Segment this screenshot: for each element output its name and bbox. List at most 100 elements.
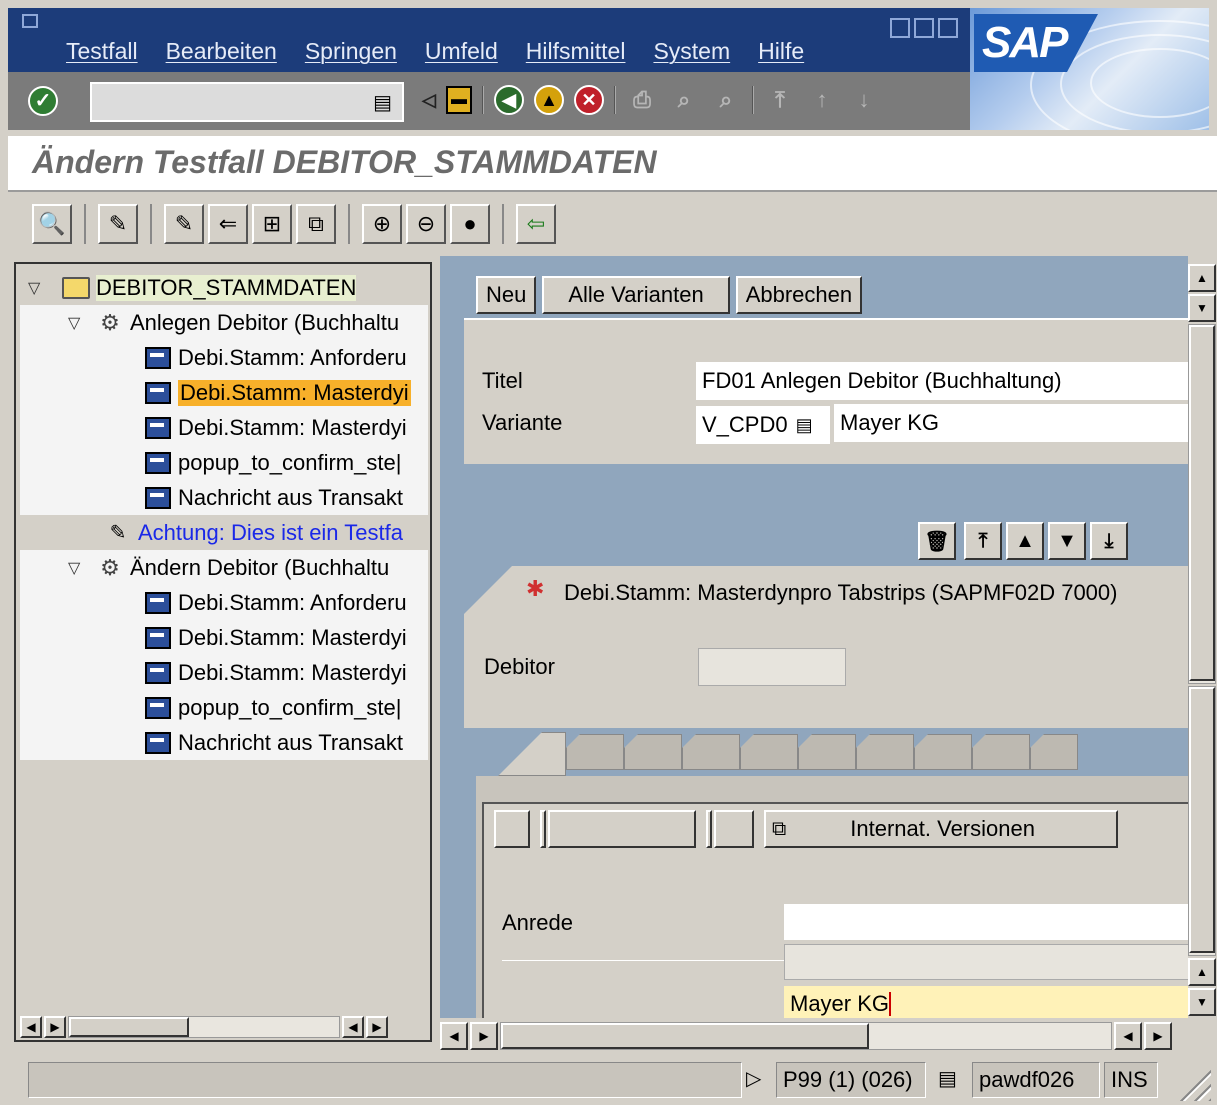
window-menu-icon[interactable] xyxy=(22,14,38,28)
back-icon[interactable]: ◀ xyxy=(494,85,524,115)
copy-icon[interactable]: ⧉ xyxy=(296,204,336,244)
tree-node-root[interactable]: ▽ DEBITOR_STAMMDATEN xyxy=(20,270,428,305)
tab-active[interactable] xyxy=(498,732,566,776)
tab[interactable] xyxy=(1030,734,1078,770)
tree-node-aendern[interactable]: ▽ ⚙ Ändern Debitor (Buchhaltu xyxy=(20,550,428,585)
tab[interactable] xyxy=(798,734,856,770)
internat-versionen-button[interactable]: ⧉ Internat. Versionen xyxy=(764,810,1118,848)
menu-system[interactable]: System xyxy=(639,38,744,65)
status-icon[interactable]: ● xyxy=(450,204,490,244)
detail-horizontal-scrollbar[interactable]: ◀ ▶ ◀ ▶ xyxy=(440,1022,1186,1050)
tab[interactable] xyxy=(566,734,624,770)
maximize-icon[interactable] xyxy=(914,18,934,38)
tree-leaf[interactable]: Debi.Stamm: Anforderu xyxy=(20,585,428,620)
tree-leaf[interactable]: popup_to_confirm_ste| xyxy=(20,445,428,480)
collapse-icon[interactable]: ▽ xyxy=(68,313,86,333)
tree-leaf[interactable]: Debi.Stamm: Anforderu xyxy=(20,340,428,375)
save-icon[interactable]: ▬ xyxy=(446,86,472,114)
scroll-left-icon[interactable]: ◀ xyxy=(1114,1022,1142,1050)
tab-tool-button[interactable] xyxy=(548,810,696,848)
system-info-icon[interactable]: ▤ xyxy=(938,1066,957,1091)
menu-testfall[interactable]: Testfall xyxy=(52,38,152,65)
scroll-thumb[interactable] xyxy=(501,1023,869,1049)
neu-button[interactable]: Neu xyxy=(476,276,537,314)
name-field-2[interactable]: Mayer KG xyxy=(784,986,1188,1018)
enter-icon[interactable]: ✓ xyxy=(28,86,58,116)
scroll-track[interactable] xyxy=(1188,686,1216,956)
tree-leaf[interactable]: popup_to_confirm_ste| xyxy=(20,690,428,725)
tab[interactable] xyxy=(914,734,972,770)
abbrechen-button[interactable]: Abbrechen xyxy=(735,276,863,314)
name-field-1[interactable] xyxy=(784,944,1188,980)
scroll-up-icon[interactable]: ▲ xyxy=(1188,958,1216,986)
tree-leaf[interactable]: Nachricht aus Transakt xyxy=(20,725,428,760)
scroll-right-icon[interactable]: ▶ xyxy=(470,1022,498,1050)
collapse-icon[interactable]: ▽ xyxy=(28,278,46,298)
tree-leaf[interactable]: Debi.Stamm: Masterdyi xyxy=(20,620,428,655)
tab[interactable] xyxy=(740,734,798,770)
tab[interactable] xyxy=(682,734,740,770)
scroll-up-icon[interactable]: ▲ xyxy=(1188,264,1216,292)
command-history-icon[interactable]: ▤ xyxy=(373,90,392,115)
status-insert-mode[interactable]: INS xyxy=(1104,1062,1158,1098)
edit-icon[interactable]: ✎ xyxy=(98,204,138,244)
tree-leaf[interactable]: Debi.Stamm: Masterdyi xyxy=(20,655,428,690)
tab-tool-button[interactable] xyxy=(714,810,754,848)
move-up-icon[interactable]: ▲ xyxy=(1006,522,1044,560)
tree-horizontal-scrollbar[interactable]: ◀ ▶ ◀ ▶ xyxy=(20,1016,428,1038)
tree-leaf-selected[interactable]: Debi.Stamm: Masterdyi xyxy=(20,375,428,410)
display-icon[interactable]: 🔍 xyxy=(32,204,72,244)
status-expand-icon[interactable]: ▷ xyxy=(746,1066,761,1091)
tree-leaf[interactable]: Nachricht aus Transakt xyxy=(20,480,428,515)
exit-icon[interactable]: ▲ xyxy=(534,85,564,115)
menu-umfeld[interactable]: Umfeld xyxy=(411,38,512,65)
close-icon[interactable] xyxy=(938,18,958,38)
tab-tool-button[interactable] xyxy=(494,810,530,848)
variante-field[interactable]: V_CPD0 ▤ xyxy=(696,406,830,444)
structure-icon[interactable]: ⊞ xyxy=(252,204,292,244)
cancel-icon[interactable]: ✕ xyxy=(574,85,604,115)
back-arrow-icon[interactable]: ⇦ xyxy=(516,204,556,244)
scroll-thumb[interactable] xyxy=(69,1017,189,1037)
scroll-left-icon[interactable]: ◀ xyxy=(440,1022,468,1050)
scroll-right-icon[interactable]: ▶ xyxy=(1144,1022,1172,1050)
alle-varianten-button[interactable]: Alle Varianten xyxy=(542,276,730,314)
insert-icon[interactable]: ⊕ xyxy=(362,204,402,244)
tab[interactable] xyxy=(624,734,682,770)
value-help-icon[interactable]: ▤ xyxy=(796,415,813,436)
delete-icon[interactable]: 🗑 xyxy=(918,522,956,560)
scroll-thumb[interactable] xyxy=(1189,325,1215,681)
toolbar-expand-icon[interactable]: ◁ xyxy=(422,84,436,116)
menu-bearbeiten[interactable]: Bearbeiten xyxy=(152,38,291,65)
scroll-thumb[interactable] xyxy=(1189,687,1215,953)
move-top-icon[interactable]: ⤒ xyxy=(964,522,1002,560)
tree-leaf[interactable]: Debi.Stamm: Masterdyi xyxy=(20,410,428,445)
scroll-down-icon[interactable]: ▼ xyxy=(1188,294,1216,322)
tree-node-warning[interactable]: ✎ Achtung: Dies ist ein Testfa xyxy=(20,515,428,550)
minimize-icon[interactable] xyxy=(890,18,910,38)
move-down-icon[interactable]: ▼ xyxy=(1048,522,1086,560)
delete-row-icon[interactable]: ⊖ xyxy=(406,204,446,244)
resize-grip-icon[interactable] xyxy=(1177,1067,1211,1101)
move-bottom-icon[interactable]: ⤓ xyxy=(1090,522,1128,560)
scroll-left-icon[interactable]: ◀ xyxy=(342,1016,364,1038)
scroll-right-icon[interactable]: ▶ xyxy=(44,1016,66,1038)
scroll-left-icon[interactable]: ◀ xyxy=(20,1016,42,1038)
scroll-track[interactable] xyxy=(500,1022,1112,1050)
import-icon[interactable]: ⇐ xyxy=(208,204,248,244)
edit-variant-icon[interactable]: ✎ xyxy=(164,204,204,244)
tree-node-anlegen[interactable]: ▽ ⚙ Anlegen Debitor (Buchhaltu xyxy=(20,305,428,340)
scroll-right-icon[interactable]: ▶ xyxy=(366,1016,388,1038)
tab[interactable] xyxy=(856,734,914,770)
scroll-track[interactable] xyxy=(68,1016,340,1038)
menu-hilfe[interactable]: Hilfe xyxy=(744,38,818,65)
collapse-icon[interactable]: ▽ xyxy=(68,558,86,578)
menu-springen[interactable]: Springen xyxy=(291,38,411,65)
anrede-field[interactable] xyxy=(784,904,1188,940)
scroll-down-icon[interactable]: ▼ xyxy=(1188,988,1216,1016)
detail-vertical-scrollbar[interactable]: ▲ ▼ ▲ ▼ xyxy=(1188,262,1216,1024)
tab[interactable] xyxy=(972,734,1030,770)
debitor-field[interactable] xyxy=(698,648,846,686)
menu-hilfsmittel[interactable]: Hilfsmittel xyxy=(512,38,640,65)
command-input[interactable] xyxy=(96,86,366,118)
